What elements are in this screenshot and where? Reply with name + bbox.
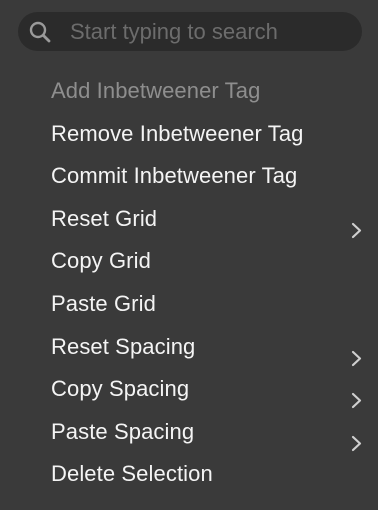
menu-item-delete-selection[interactable]: Delete Selection — [0, 453, 378, 496]
menu-item-label: Reset Spacing — [51, 333, 196, 359]
menu-item-label: Paste Spacing — [51, 418, 195, 444]
menu-item-add-inbetweener-tag[interactable]: Add Inbetweener Tag — [0, 70, 378, 113]
menu-item-commit-inbetweener-tag[interactable]: Commit Inbetweener Tag — [0, 155, 378, 198]
menu-item-reset-spacing[interactable]: Reset Spacing — [0, 326, 378, 369]
menu-item-label: Remove Inbetweener Tag — [51, 120, 304, 146]
menu-item-copy-grid[interactable]: Copy Grid — [0, 240, 378, 283]
search-icon — [28, 20, 52, 44]
menu-item-label: Delete Selection — [51, 461, 213, 487]
menu-item-paste-spacing[interactable]: Paste Spacing — [0, 411, 378, 454]
menu-item-paste-grid[interactable]: Paste Grid — [0, 283, 378, 326]
search-input[interactable] — [70, 12, 350, 51]
menu-item-copy-spacing[interactable]: Copy Spacing — [0, 368, 378, 411]
chevron-right-icon — [350, 381, 364, 409]
menu-item-reset-grid[interactable]: Reset Grid — [0, 198, 378, 241]
context-menu: Add Inbetweener Tag Remove Inbetweener T… — [0, 0, 378, 510]
chevron-right-icon — [350, 424, 364, 451]
menu-item-remove-inbetweener-tag[interactable]: Remove Inbetweener Tag — [0, 113, 378, 156]
menu-item-label: Reset Grid — [51, 205, 158, 231]
chevron-right-icon — [350, 211, 364, 238]
menu-item-label: Add Inbetweener Tag — [51, 78, 261, 103]
chevron-right-icon — [350, 339, 364, 366]
menu-item-label: Copy Spacing — [51, 376, 190, 402]
menu-item-label: Paste Grid — [51, 290, 156, 316]
menu-items: Add Inbetweener Tag Remove Inbetweener T… — [0, 70, 378, 496]
menu-item-label: Commit Inbetweener Tag — [51, 163, 298, 189]
search-box[interactable] — [18, 12, 362, 51]
menu-item-label: Copy Grid — [51, 248, 151, 274]
